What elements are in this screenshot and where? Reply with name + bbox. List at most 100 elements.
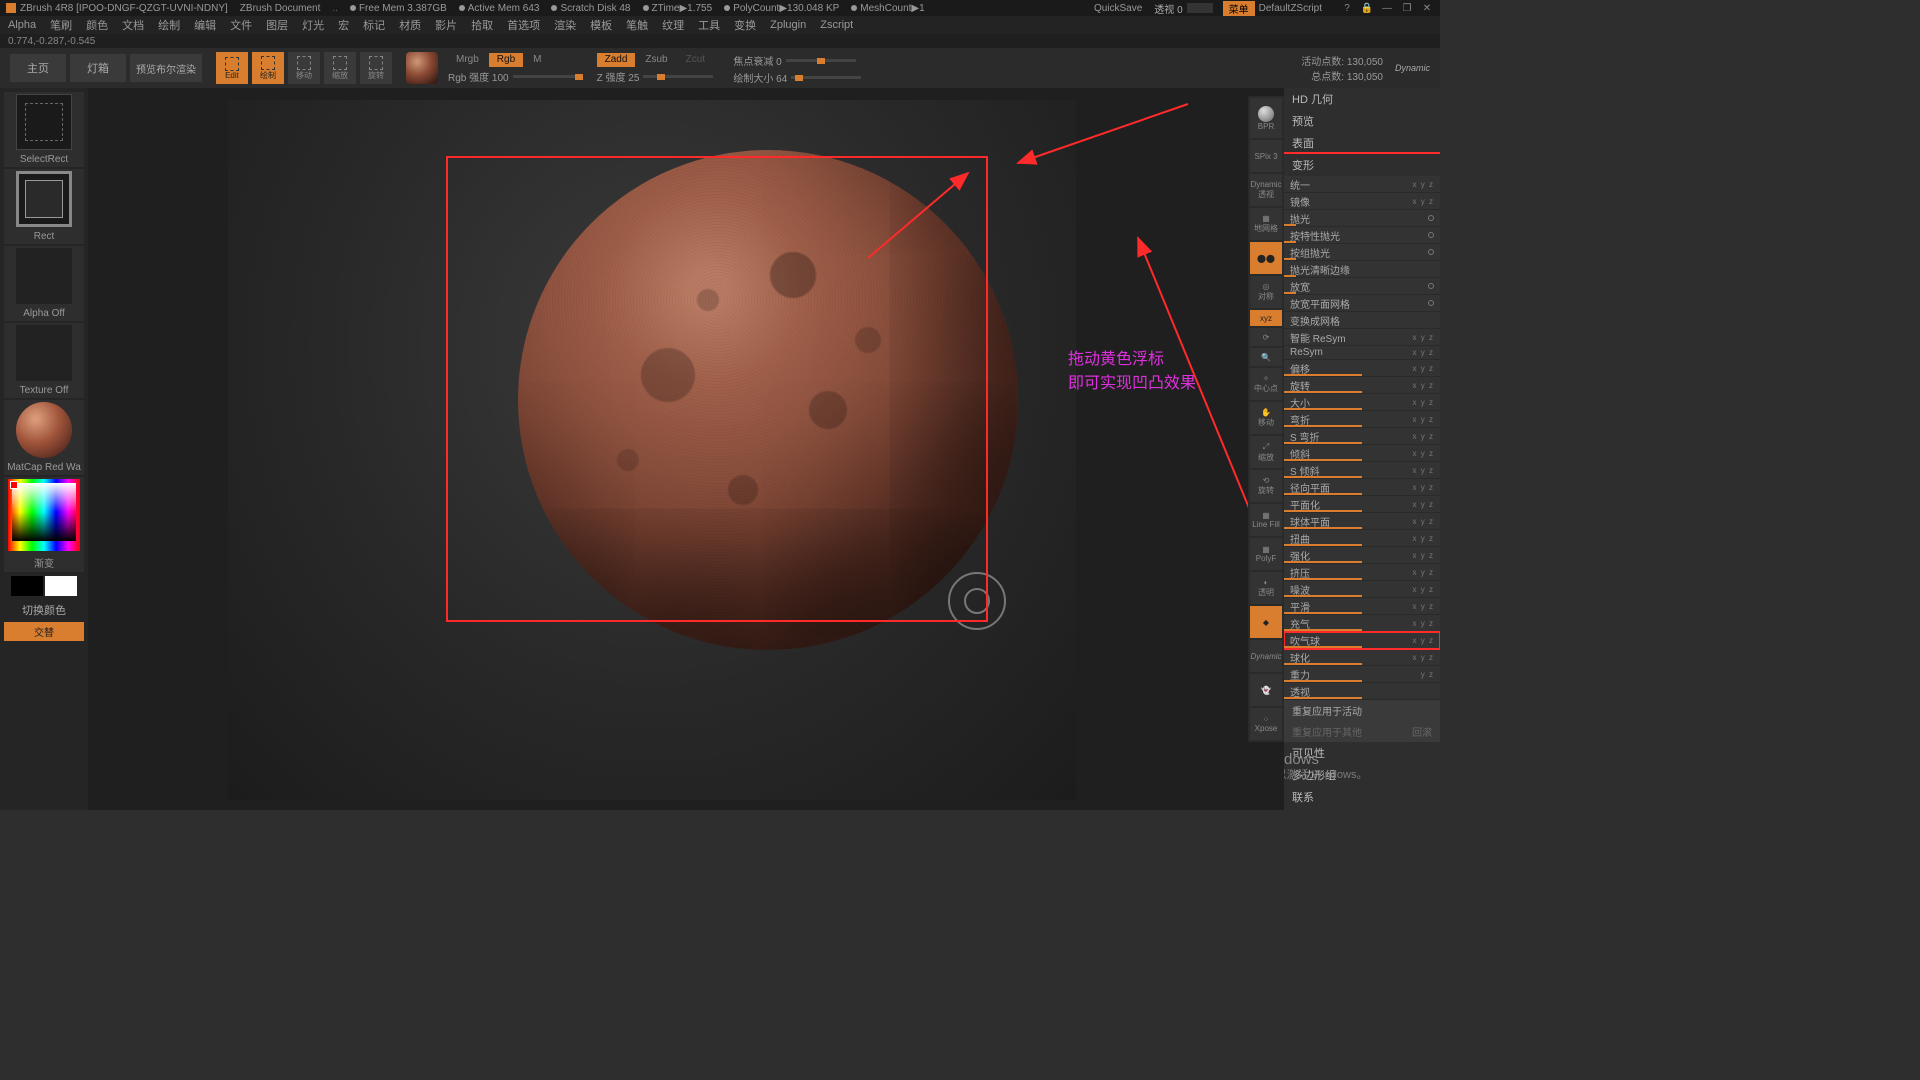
alternate-button[interactable]: 交替: [4, 622, 84, 641]
scale-button[interactable]: 缩放: [324, 52, 356, 84]
zsub-toggle[interactable]: Zsub: [637, 53, 675, 67]
deform-mirror[interactable]: 镜像x y z: [1284, 193, 1440, 210]
swatch-white[interactable]: [45, 576, 77, 596]
linefill-button[interactable]: ▦Line Fill: [1250, 504, 1282, 536]
alpha-off[interactable]: Alpha Off: [4, 246, 84, 321]
deform-smooth[interactable]: 平滑x y z: [1284, 598, 1440, 615]
xpose-button[interactable]: ⁘Xpose: [1250, 708, 1282, 740]
deform-gravity[interactable]: 重力y z: [1284, 666, 1440, 683]
deform-sskew[interactable]: S 倾斜x y z: [1284, 462, 1440, 479]
move-button[interactable]: 移动: [288, 52, 320, 84]
frame-button[interactable]: ✧中心点: [1250, 368, 1282, 400]
draw-size-slider[interactable]: 绘制大小 64: [733, 70, 861, 85]
zcut-toggle[interactable]: Zcut: [678, 53, 713, 67]
reapply-other-button[interactable]: 重复应用于其他回滚: [1284, 721, 1440, 742]
deform-inflate[interactable]: 充气x y z: [1284, 615, 1440, 632]
close-icon[interactable]: ✕: [1420, 1, 1434, 15]
solo-button[interactable]: ◆: [1250, 606, 1282, 638]
deform-inflate-balloon[interactable]: 吹气球x y z: [1284, 632, 1440, 649]
sculpt-sphere[interactable]: [518, 150, 1018, 650]
deform-relax[interactable]: 放宽: [1284, 278, 1440, 295]
menu-stroke[interactable]: 笔触: [626, 17, 648, 33]
color-picker[interactable]: 渐变: [4, 477, 84, 572]
menu-document[interactable]: 文档: [122, 17, 144, 33]
texture-off[interactable]: Texture Off: [4, 323, 84, 398]
tab-home[interactable]: 主页: [10, 54, 66, 82]
deform-noise[interactable]: 噪波x y z: [1284, 581, 1440, 598]
section-deformation[interactable]: 变形: [1284, 154, 1440, 176]
deform-flatten[interactable]: 平面化x y z: [1284, 496, 1440, 513]
zoom-button[interactable]: 🔍: [1250, 348, 1282, 366]
transp-button[interactable]: ◐透明: [1250, 572, 1282, 604]
tab-lightbox[interactable]: 灯箱: [70, 54, 126, 82]
activate-sym-button[interactable]: ◎对称: [1250, 276, 1282, 308]
minimize-icon[interactable]: —: [1380, 1, 1394, 15]
deform-size[interactable]: 大小x y z: [1284, 394, 1440, 411]
menu-file[interactable]: 文件: [230, 17, 252, 33]
deform-spherize[interactable]: 球化x y z: [1284, 649, 1440, 666]
menu-draw[interactable]: 绘制: [158, 17, 180, 33]
menu-zscript[interactable]: Zscript: [820, 19, 853, 31]
menu-material[interactable]: 材质: [399, 17, 421, 33]
brush-selectrect[interactable]: SelectRect: [4, 92, 84, 167]
rgb-toggle[interactable]: Rgb: [489, 53, 523, 67]
menu-marker[interactable]: 标记: [363, 17, 385, 33]
swatch-black[interactable]: [11, 576, 43, 596]
deform-sbend[interactable]: S 弯折x y z: [1284, 428, 1440, 445]
perspective-slider[interactable]: 透视 0: [1154, 1, 1212, 16]
reapply-active-button[interactable]: 重复应用于活动: [1284, 700, 1440, 721]
material-thumb[interactable]: [406, 52, 438, 84]
rotate-button[interactable]: 旋转: [360, 52, 392, 84]
deform-polish-groups[interactable]: 按组抛光: [1284, 244, 1440, 261]
menu-zplugin[interactable]: Zplugin: [770, 19, 806, 31]
menu-alpha[interactable]: Alpha: [8, 19, 36, 31]
menu-tool[interactable]: 工具: [698, 17, 720, 33]
section-morph-target[interactable]: 变换目标: [1284, 808, 1440, 810]
menu-render[interactable]: 渲染: [554, 17, 576, 33]
deform-rotate[interactable]: 旋转x y z: [1284, 377, 1440, 394]
tab-bool-preview[interactable]: 预览布尔渲染: [130, 54, 202, 82]
z-intensity-slider[interactable]: Z 强度 25: [597, 69, 714, 84]
xyz-button[interactable]: xyz: [1250, 310, 1282, 326]
deform-to-mesh[interactable]: 变换成网格: [1284, 312, 1440, 329]
move-view-button[interactable]: ✋移动: [1250, 402, 1282, 434]
gizmo-button[interactable]: ⟳: [1250, 328, 1282, 346]
spix-slider[interactable]: SPix 3: [1250, 140, 1282, 172]
rotate-view-button[interactable]: ⟲旋转: [1250, 470, 1282, 502]
help-icon[interactable]: ?: [1340, 1, 1354, 15]
scale-view-button[interactable]: ⤢缩放: [1250, 436, 1282, 468]
deform-relax-plane[interactable]: 放宽平面网格: [1284, 295, 1440, 312]
dynamic-label[interactable]: Dynamic: [1395, 63, 1430, 73]
menu-brush[interactable]: 笔刷: [50, 17, 72, 33]
m-toggle[interactable]: M: [525, 53, 549, 67]
bpr-button[interactable]: BPR: [1250, 98, 1282, 138]
menu-stencil[interactable]: 模板: [590, 17, 612, 33]
rgb-intensity-slider[interactable]: Rgb 强度 100: [448, 69, 583, 84]
nav-ring[interactable]: [948, 572, 1006, 630]
deform-smart-resym[interactable]: 智能 ReSymx y z: [1284, 329, 1440, 346]
default-zscript[interactable]: DefaultZScript: [1259, 3, 1322, 14]
dynamic-persp-button[interactable]: Dynamic透视: [1250, 174, 1282, 206]
floor-button[interactable]: ▦地网格: [1250, 208, 1282, 240]
menu-light[interactable]: 灯光: [302, 17, 324, 33]
canvas-area[interactable]: 拖动黄色浮标即可实现凹凸效果 BPR SPix 3 Dynamic透视 ▦地网格…: [88, 88, 1284, 810]
menu-color[interactable]: 颜色: [86, 17, 108, 33]
menu-button[interactable]: 菜单: [1223, 1, 1255, 16]
menu-texture[interactable]: 纹理: [662, 17, 684, 33]
quicksave-button[interactable]: QuickSave: [1094, 3, 1142, 14]
restore-icon[interactable]: ❐: [1400, 1, 1414, 15]
ghost-button[interactable]: 👻: [1250, 674, 1282, 706]
local-sym-button[interactable]: ⬤⬤: [1250, 242, 1282, 274]
menu-preferences[interactable]: 首选项: [507, 17, 540, 33]
zadd-toggle[interactable]: Zadd: [597, 53, 636, 67]
section-preview[interactable]: 预览: [1284, 110, 1440, 132]
stroke-rect[interactable]: Rect: [4, 169, 84, 244]
menu-movie[interactable]: 影片: [435, 17, 457, 33]
viewport[interactable]: [228, 100, 1076, 800]
section-hd-geometry[interactable]: HD 几何: [1284, 88, 1440, 110]
solo-dynamic-button[interactable]: Dynamic: [1250, 640, 1282, 672]
switch-color-label[interactable]: 切换颜色: [4, 600, 84, 620]
deform-radial-plane[interactable]: 径向平面x y z: [1284, 479, 1440, 496]
menu-edit[interactable]: 编辑: [194, 17, 216, 33]
menu-layer[interactable]: 图层: [266, 17, 288, 33]
